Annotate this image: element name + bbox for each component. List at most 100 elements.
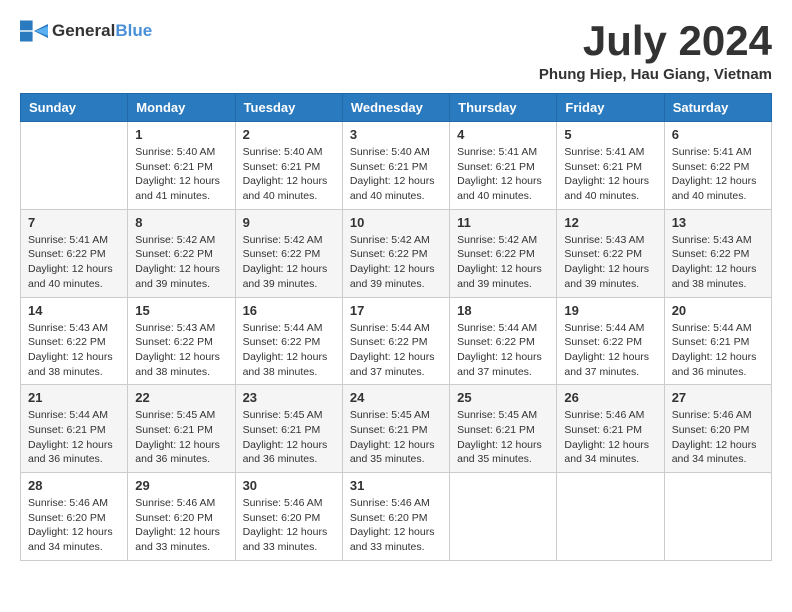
table-row: 14 Sunrise: 5:43 AM Sunset: 6:22 PM Dayli…	[21, 297, 128, 385]
day-number: 25	[457, 390, 549, 405]
day-number: 24	[350, 390, 442, 405]
day-number: 6	[672, 127, 764, 142]
day-number: 26	[564, 390, 656, 405]
day-info: Sunrise: 5:44 AM Sunset: 6:21 PM Dayligh…	[28, 408, 120, 467]
table-row: 23 Sunrise: 5:45 AM Sunset: 6:21 PM Dayli…	[235, 385, 342, 473]
day-number: 28	[28, 478, 120, 493]
day-info: Sunrise: 5:40 AM Sunset: 6:21 PM Dayligh…	[350, 145, 442, 204]
day-number: 20	[672, 303, 764, 318]
day-info: Sunrise: 5:40 AM Sunset: 6:21 PM Dayligh…	[243, 145, 335, 204]
day-number: 17	[350, 303, 442, 318]
table-row: 19 Sunrise: 5:44 AM Sunset: 6:22 PM Dayli…	[557, 297, 664, 385]
day-info: Sunrise: 5:42 AM Sunset: 6:22 PM Dayligh…	[350, 233, 442, 292]
table-row: 29Sunrise: 5:46 AM Sunset: 6:20 PM Dayli…	[128, 473, 235, 561]
day-number: 12	[564, 215, 656, 230]
table-row: 25 Sunrise: 5:45 AM Sunset: 6:21 PM Dayli…	[450, 385, 557, 473]
week-row-3: 14 Sunrise: 5:43 AM Sunset: 6:22 PM Dayli…	[21, 297, 772, 385]
table-row: 9 Sunrise: 5:42 AM Sunset: 6:22 PM Daylig…	[235, 209, 342, 297]
week-row-1: 1 Sunrise: 5:40 AM Sunset: 6:21 PM Daylig…	[21, 122, 772, 210]
table-row: 1 Sunrise: 5:40 AM Sunset: 6:21 PM Daylig…	[128, 122, 235, 210]
calendar-header-row: Sunday Monday Tuesday Wednesday Thursday…	[21, 94, 772, 122]
day-info: Sunrise: 5:44 AM Sunset: 6:21 PM Dayligh…	[672, 321, 764, 380]
table-row: 10Sunrise: 5:42 AM Sunset: 6:22 PM Dayli…	[342, 209, 449, 297]
day-info: Sunrise: 5:45 AM Sunset: 6:21 PM Dayligh…	[457, 408, 549, 467]
day-info: Sunrise: 5:45 AM Sunset: 6:21 PM Dayligh…	[135, 408, 227, 467]
day-info: Sunrise: 5:44 AM Sunset: 6:22 PM Dayligh…	[457, 321, 549, 380]
table-row: 8 Sunrise: 5:42 AM Sunset: 6:22 PM Daylig…	[128, 209, 235, 297]
table-row: 6 Sunrise: 5:41 AM Sunset: 6:22 PM Daylig…	[664, 122, 771, 210]
day-number: 5	[564, 127, 656, 142]
day-info: Sunrise: 5:40 AM Sunset: 6:21 PM Dayligh…	[135, 145, 227, 204]
calendar-table: Sunday Monday Tuesday Wednesday Thursday…	[20, 93, 772, 561]
day-number: 11	[457, 215, 549, 230]
day-number: 30	[243, 478, 335, 493]
day-number: 31	[350, 478, 442, 493]
day-info: Sunrise: 5:44 AM Sunset: 6:22 PM Dayligh…	[350, 321, 442, 380]
day-info: Sunrise: 5:46 AM Sunset: 6:20 PM Dayligh…	[350, 496, 442, 555]
week-row-4: 21 Sunrise: 5:44 AM Sunset: 6:21 PM Dayli…	[21, 385, 772, 473]
table-row: 30 Sunrise: 5:46 AM Sunset: 6:20 PM Dayli…	[235, 473, 342, 561]
table-row	[557, 473, 664, 561]
day-info: Sunrise: 5:43 AM Sunset: 6:22 PM Dayligh…	[28, 321, 120, 380]
day-info: Sunrise: 5:44 AM Sunset: 6:22 PM Dayligh…	[564, 321, 656, 380]
day-number: 1	[135, 127, 227, 142]
table-row	[450, 473, 557, 561]
table-row: 13 Sunrise: 5:43 AM Sunset: 6:22 PM Dayli…	[664, 209, 771, 297]
table-row: 11 Sunrise: 5:42 AM Sunset: 6:22 PM Dayli…	[450, 209, 557, 297]
col-thursday: Thursday	[450, 94, 557, 122]
table-row: 26 Sunrise: 5:46 AM Sunset: 6:21 PM Dayli…	[557, 385, 664, 473]
day-info: Sunrise: 5:41 AM Sunset: 6:22 PM Dayligh…	[672, 145, 764, 204]
day-info: Sunrise: 5:42 AM Sunset: 6:22 PM Dayligh…	[457, 233, 549, 292]
logo-general: General	[52, 21, 115, 40]
week-row-2: 7 Sunrise: 5:41 AM Sunset: 6:22 PM Daylig…	[21, 209, 772, 297]
day-number: 9	[243, 215, 335, 230]
table-row: 16 Sunrise: 5:44 AM Sunset: 6:22 PM Dayli…	[235, 297, 342, 385]
day-info: Sunrise: 5:41 AM Sunset: 6:21 PM Dayligh…	[564, 145, 656, 204]
day-info: Sunrise: 5:45 AM Sunset: 6:21 PM Dayligh…	[350, 408, 442, 467]
day-number: 23	[243, 390, 335, 405]
day-number: 3	[350, 127, 442, 142]
day-number: 7	[28, 215, 120, 230]
day-info: Sunrise: 5:43 AM Sunset: 6:22 PM Dayligh…	[135, 321, 227, 380]
col-monday: Monday	[128, 94, 235, 122]
table-row: 21 Sunrise: 5:44 AM Sunset: 6:21 PM Dayli…	[21, 385, 128, 473]
table-row: 7 Sunrise: 5:41 AM Sunset: 6:22 PM Daylig…	[21, 209, 128, 297]
day-info: Sunrise: 5:46 AM Sunset: 6:20 PM Dayligh…	[243, 496, 335, 555]
day-info: Sunrise: 5:42 AM Sunset: 6:22 PM Dayligh…	[135, 233, 227, 292]
day-info: Sunrise: 5:41 AM Sunset: 6:22 PM Dayligh…	[28, 233, 120, 292]
day-number: 14	[28, 303, 120, 318]
table-row: 15Sunrise: 5:43 AM Sunset: 6:22 PM Dayli…	[128, 297, 235, 385]
col-wednesday: Wednesday	[342, 94, 449, 122]
day-info: Sunrise: 5:46 AM Sunset: 6:21 PM Dayligh…	[564, 408, 656, 467]
table-row: 12 Sunrise: 5:43 AM Sunset: 6:22 PM Dayli…	[557, 209, 664, 297]
day-info: Sunrise: 5:44 AM Sunset: 6:22 PM Dayligh…	[243, 321, 335, 380]
col-saturday: Saturday	[664, 94, 771, 122]
table-row: 3 Sunrise: 5:40 AM Sunset: 6:21 PM Daylig…	[342, 122, 449, 210]
logo: GeneralBlue	[20, 20, 152, 42]
day-info: Sunrise: 5:45 AM Sunset: 6:21 PM Dayligh…	[243, 408, 335, 467]
table-row	[664, 473, 771, 561]
table-row: 22 Sunrise: 5:45 AM Sunset: 6:21 PM Dayli…	[128, 385, 235, 473]
table-row: 2Sunrise: 5:40 AM Sunset: 6:21 PM Daylig…	[235, 122, 342, 210]
table-row: 28Sunrise: 5:46 AM Sunset: 6:20 PM Dayli…	[21, 473, 128, 561]
table-row: 24 Sunrise: 5:45 AM Sunset: 6:21 PM Dayli…	[342, 385, 449, 473]
day-info: Sunrise: 5:43 AM Sunset: 6:22 PM Dayligh…	[672, 233, 764, 292]
logo-text: GeneralBlue	[52, 21, 152, 41]
page-header: GeneralBlue July 2024 Phung Hiep, Hau Gi…	[20, 20, 772, 83]
day-number: 13	[672, 215, 764, 230]
col-sunday: Sunday	[21, 94, 128, 122]
day-info: Sunrise: 5:46 AM Sunset: 6:20 PM Dayligh…	[672, 408, 764, 467]
col-tuesday: Tuesday	[235, 94, 342, 122]
day-number: 19	[564, 303, 656, 318]
day-number: 8	[135, 215, 227, 230]
day-number: 16	[243, 303, 335, 318]
day-info: Sunrise: 5:42 AM Sunset: 6:22 PM Dayligh…	[243, 233, 335, 292]
day-number: 22	[135, 390, 227, 405]
week-row-5: 28 Sunrise: 5:46 AM Sunset: 6:20 PM Dayli…	[21, 473, 772, 561]
table-row: 20 Sunrise: 5:44 AM Sunset: 6:21 PM Dayli…	[664, 297, 771, 385]
logo-icon	[20, 20, 48, 42]
day-info: Sunrise: 5:43 AM Sunset: 6:22 PM Dayligh…	[564, 233, 656, 292]
day-number: 21	[28, 390, 120, 405]
title-area: July 2024 Phung Hiep, Hau Giang, Vietnam	[539, 20, 772, 83]
table-row: 4Sunrise: 5:41 AM Sunset: 6:21 PM Daylig…	[450, 122, 557, 210]
